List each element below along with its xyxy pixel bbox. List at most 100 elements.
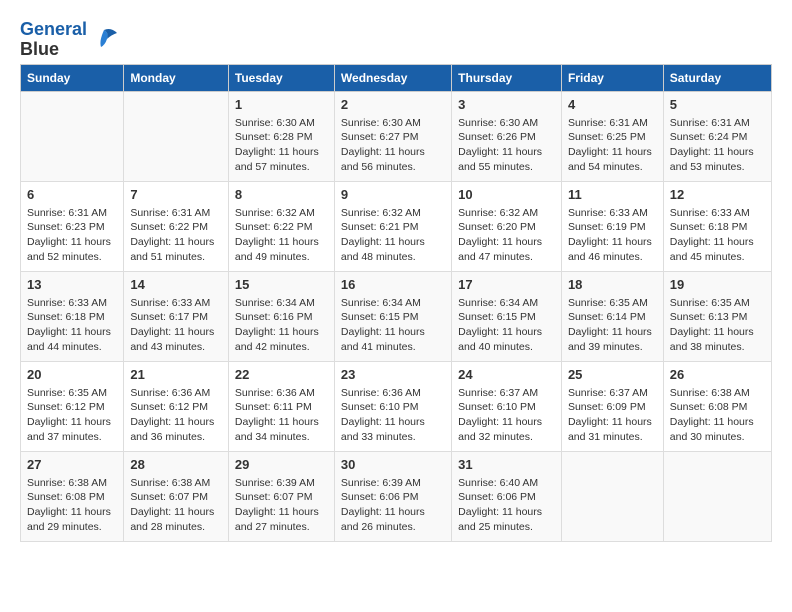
page-header: GeneralBlue (20, 20, 772, 60)
day-info: Sunrise: 6:30 AM (458, 116, 555, 131)
day-number: 30 (341, 456, 445, 474)
calendar-cell: 2 Sunrise: 6:30 AMSunset: 6:27 PMDaylight… (334, 91, 451, 181)
day-info: Sunrise: 6:38 AM (27, 476, 117, 491)
calendar-cell: 26 Sunrise: 6:38 AMSunset: 6:08 PMDayligh… (663, 361, 771, 451)
day-info: Sunrise: 6:31 AM (27, 206, 117, 221)
day-info: Sunrise: 6:35 AM (568, 296, 657, 311)
day-info: Sunset: 6:25 PM (568, 130, 657, 145)
day-info: Daylight: 11 hours and 27 minutes. (235, 505, 328, 534)
calendar-cell: 7Sunrise: 6:31 AMSunset: 6:22 PMDaylight… (124, 181, 229, 271)
day-info: Sunset: 6:15 PM (458, 310, 555, 325)
day-info: Daylight: 11 hours and 56 minutes. (341, 145, 445, 174)
day-info: Sunset: 6:16 PM (235, 310, 328, 325)
day-info: Sunset: 6:06 PM (341, 490, 445, 505)
calendar-header-monday: Monday (124, 64, 229, 91)
day-info: Sunrise: 6:37 AM (458, 386, 555, 401)
day-info: Sunrise: 6:34 AM (458, 296, 555, 311)
day-info: Daylight: 11 hours and 52 minutes. (27, 235, 117, 264)
day-info: Sunrise: 6:35 AM (670, 296, 765, 311)
calendar-cell: 18Sunrise: 6:35 AMSunset: 6:14 PMDayligh… (561, 271, 663, 361)
calendar-week-row: 13Sunrise: 6:33 AMSunset: 6:18 PMDayligh… (21, 271, 772, 361)
day-info: Sunrise: 6:40 AM (458, 476, 555, 491)
calendar-cell: 23Sunrise: 6:36 AMSunset: 6:10 PMDayligh… (334, 361, 451, 451)
day-info: Sunrise: 6:36 AM (341, 386, 445, 401)
calendar-cell: 29Sunrise: 6:39 AMSunset: 6:07 PMDayligh… (228, 451, 334, 541)
calendar-week-row: 20Sunrise: 6:35 AMSunset: 6:12 PMDayligh… (21, 361, 772, 451)
calendar-header-saturday: Saturday (663, 64, 771, 91)
day-info: Daylight: 11 hours and 53 minutes. (670, 145, 765, 174)
day-info: Daylight: 11 hours and 51 minutes. (130, 235, 222, 264)
calendar-cell: 4Sunrise: 6:31 AMSunset: 6:25 PMDaylight… (561, 91, 663, 181)
day-info: Sunrise: 6:33 AM (27, 296, 117, 311)
day-info: Sunset: 6:07 PM (130, 490, 222, 505)
day-info: Sunrise: 6:38 AM (130, 476, 222, 491)
day-number: 17 (458, 276, 555, 294)
day-info: Sunrise: 6:32 AM (235, 206, 328, 221)
day-info: Sunrise: 6:34 AM (341, 296, 445, 311)
day-number: 2 (341, 96, 445, 114)
day-number: 13 (27, 276, 117, 294)
day-number: 16 (341, 276, 445, 294)
day-info: Daylight: 11 hours and 34 minutes. (235, 415, 328, 444)
calendar-cell: 5Sunrise: 6:31 AMSunset: 6:24 PMDaylight… (663, 91, 771, 181)
calendar-week-row: 27Sunrise: 6:38 AMSunset: 6:08 PMDayligh… (21, 451, 772, 541)
calendar-cell: 14Sunrise: 6:33 AMSunset: 6:17 PMDayligh… (124, 271, 229, 361)
calendar-header-tuesday: Tuesday (228, 64, 334, 91)
day-info: Sunrise: 6:39 AM (341, 476, 445, 491)
day-info: Daylight: 11 hours and 26 minutes. (341, 505, 445, 534)
day-info: Sunset: 6:12 PM (130, 400, 222, 415)
day-info: Sunrise: 6:30 AM (341, 116, 445, 131)
day-info: Daylight: 11 hours and 28 minutes. (130, 505, 222, 534)
day-info: Sunrise: 6:33 AM (670, 206, 765, 221)
calendar-cell: 19Sunrise: 6:35 AMSunset: 6:13 PMDayligh… (663, 271, 771, 361)
day-info: Daylight: 11 hours and 57 minutes. (235, 145, 328, 174)
day-number: 7 (130, 186, 222, 204)
day-info: Daylight: 11 hours and 36 minutes. (130, 415, 222, 444)
day-info: Sunrise: 6:30 AM (235, 116, 328, 131)
calendar-cell: 3Sunrise: 6:30 AMSunset: 6:26 PMDaylight… (452, 91, 562, 181)
day-info: Daylight: 11 hours and 47 minutes. (458, 235, 555, 264)
day-info: Sunset: 6:14 PM (568, 310, 657, 325)
day-number: 3 (458, 96, 555, 114)
day-number: 10 (458, 186, 555, 204)
day-number: 25 (568, 366, 657, 384)
day-number: 26 (670, 366, 765, 384)
day-number: 11 (568, 186, 657, 204)
day-info: Sunrise: 6:35 AM (27, 386, 117, 401)
day-info: Sunset: 6:06 PM (458, 490, 555, 505)
day-number: 14 (130, 276, 222, 294)
day-number: 15 (235, 276, 328, 294)
calendar-table: SundayMondayTuesdayWednesdayThursdayFrid… (20, 64, 772, 542)
day-info: Daylight: 11 hours and 41 minutes. (341, 325, 445, 354)
day-number: 8 (235, 186, 328, 204)
day-info: Sunset: 6:07 PM (235, 490, 328, 505)
day-info: Sunset: 6:08 PM (27, 490, 117, 505)
calendar-cell: 10Sunrise: 6:32 AMSunset: 6:20 PMDayligh… (452, 181, 562, 271)
calendar-cell: 8Sunrise: 6:32 AMSunset: 6:22 PMDaylight… (228, 181, 334, 271)
day-info: Sunrise: 6:31 AM (130, 206, 222, 221)
calendar-cell: 24Sunrise: 6:37 AMSunset: 6:10 PMDayligh… (452, 361, 562, 451)
day-info: Sunset: 6:15 PM (341, 310, 445, 325)
calendar-cell: 31Sunrise: 6:40 AMSunset: 6:06 PMDayligh… (452, 451, 562, 541)
day-number: 6 (27, 186, 117, 204)
day-number: 27 (27, 456, 117, 474)
calendar-header-thursday: Thursday (452, 64, 562, 91)
day-info: Daylight: 11 hours and 45 minutes. (670, 235, 765, 264)
day-info: Sunset: 6:17 PM (130, 310, 222, 325)
calendar-cell: 6Sunrise: 6:31 AMSunset: 6:23 PMDaylight… (21, 181, 124, 271)
logo-text: GeneralBlue (20, 20, 87, 60)
day-number: 9 (341, 186, 445, 204)
day-info: Daylight: 11 hours and 30 minutes. (670, 415, 765, 444)
calendar-cell (21, 91, 124, 181)
day-info: Sunset: 6:22 PM (235, 220, 328, 235)
day-number: 1 (235, 96, 328, 114)
calendar-cell: 22Sunrise: 6:36 AMSunset: 6:11 PMDayligh… (228, 361, 334, 451)
logo-bird-icon (89, 25, 119, 55)
day-info: Daylight: 11 hours and 44 minutes. (27, 325, 117, 354)
calendar-cell: 21Sunrise: 6:36 AMSunset: 6:12 PMDayligh… (124, 361, 229, 451)
day-info: Daylight: 11 hours and 31 minutes. (568, 415, 657, 444)
day-info: Sunrise: 6:38 AM (670, 386, 765, 401)
day-info: Sunset: 6:27 PM (341, 130, 445, 145)
day-info: Sunset: 6:08 PM (670, 400, 765, 415)
logo: GeneralBlue (20, 20, 119, 60)
